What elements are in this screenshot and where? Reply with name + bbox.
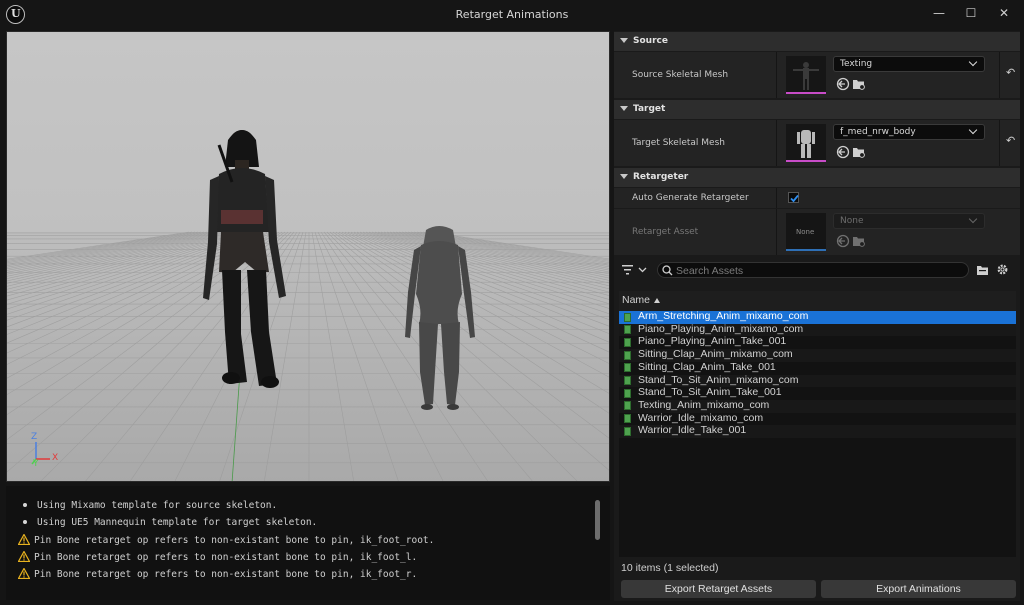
reset-to-default-icon[interactable]: ↶ xyxy=(1006,66,1015,79)
list-item-label: Stand_To_Sit_Anim_mixamo_com xyxy=(638,373,799,386)
use-selected-icon xyxy=(836,234,850,248)
chevron-down-icon xyxy=(620,174,628,179)
log-line: Pin Bone retarget op refers to non-exist… xyxy=(18,534,434,546)
asset-browser: Name Arm_Stretching_Anim_mixamo_comPiano… xyxy=(614,259,1020,601)
log-line: Using UE5 Mannequin template for target … xyxy=(20,517,317,528)
folder-filter-icon[interactable] xyxy=(976,264,990,276)
search-input[interactable] xyxy=(676,264,956,277)
auto-generate-label: Auto Generate Retargeter xyxy=(632,193,749,203)
section-header-target[interactable]: Target xyxy=(614,100,1020,119)
chevron-down-icon xyxy=(620,106,628,111)
auto-generate-row: Auto Generate Retargeter xyxy=(614,188,1020,208)
details-panel: Source Source Skeletal Mesh Texting ↶ Ta… xyxy=(614,31,1020,259)
bullet-icon xyxy=(23,519,27,524)
export-animations-button[interactable]: Export Animations xyxy=(821,580,1016,598)
target-mesh-dropdown[interactable]: f_med_nrw_body xyxy=(833,124,985,140)
axis-z-label: Z xyxy=(31,432,38,442)
animation-sequence-icon xyxy=(624,414,631,424)
minimize-button[interactable]: — xyxy=(928,3,950,23)
list-item-label: Sitting_Clap_Anim_Take_001 xyxy=(638,360,776,373)
chevron-down-icon xyxy=(968,125,978,135)
list-item-label: Stand_To_Sit_Anim_Take_001 xyxy=(638,386,782,399)
animation-sequence-icon xyxy=(624,325,631,335)
log-line: Pin Bone retarget op refers to non-exist… xyxy=(18,551,417,563)
use-selected-icon xyxy=(836,77,850,91)
warning-icon xyxy=(18,534,30,545)
log-line: Pin Bone retarget op refers to non-exist… xyxy=(18,568,417,580)
asset-list: Name Arm_Stretching_Anim_mixamo_com Piano… xyxy=(619,291,1016,557)
list-item-label: Sitting_Clap_Anim_mixamo_com xyxy=(638,348,793,361)
warning-icon xyxy=(18,551,30,562)
browse-folder-icon xyxy=(853,148,865,158)
column-header-name[interactable]: Name xyxy=(619,291,1016,311)
animation-sequence-icon xyxy=(624,376,631,385)
section-header-retargeter[interactable]: Retargeter xyxy=(614,168,1020,187)
list-item-label: Warrior_Idle_Take_001 xyxy=(638,424,747,437)
browse-folder-icon xyxy=(853,80,865,90)
retarget-asset-label: Retarget Asset xyxy=(632,227,699,237)
list-item-label: Piano_Playing_Anim_mixamo_com xyxy=(638,322,804,335)
list-item-label: Texting_Anim_mixamo_com xyxy=(638,398,770,411)
axis-x-label: X xyxy=(52,453,59,463)
reset-to-default-icon[interactable]: ↶ xyxy=(1006,134,1015,147)
log-line: Using Mixamo template for source skeleto… xyxy=(20,500,277,511)
animation-sequence-icon xyxy=(624,350,631,360)
retarget-asset-dropdown: None xyxy=(833,213,985,229)
item-count-status: 10 items (1 selected) xyxy=(621,562,719,574)
close-button[interactable]: ✕ xyxy=(993,3,1015,23)
export-retarget-assets-button[interactable]: Export Retarget Assets xyxy=(621,580,816,598)
preview-viewport[interactable]: Z Y X xyxy=(6,31,610,482)
chevron-down-icon xyxy=(968,214,978,224)
checkmark-icon xyxy=(790,194,799,203)
viewport-scene xyxy=(7,32,609,481)
settings-gear-icon[interactable] xyxy=(996,263,1009,276)
animation-sequence-icon xyxy=(624,337,631,347)
filter-icon[interactable] xyxy=(622,264,650,276)
animation-sequence-icon xyxy=(624,312,631,322)
use-selected-icon xyxy=(836,145,850,159)
section-header-source[interactable]: Source xyxy=(614,32,1020,51)
search-field[interactable] xyxy=(657,262,969,278)
window-title: Retarget Animations xyxy=(455,8,569,21)
source-mesh-thumbnail[interactable] xyxy=(786,56,826,94)
list-item-label: Arm_Stretching_Anim_mixamo_com xyxy=(638,310,809,322)
chevron-down-icon xyxy=(620,38,628,43)
source-mesh-label: Source Skeletal Mesh xyxy=(632,70,729,80)
title-bar: U Retarget Animations — ☐ ✕ xyxy=(0,0,1024,30)
browse-folder-icon xyxy=(853,237,865,247)
maximize-button[interactable]: ☐ xyxy=(960,3,982,23)
log-scrollbar[interactable] xyxy=(595,500,600,540)
list-item[interactable]: Warrior_Idle_Take_001 xyxy=(619,424,1016,438)
target-mesh-thumbnail[interactable] xyxy=(786,124,826,162)
sort-ascending-icon xyxy=(654,298,660,303)
auto-generate-checkbox[interactable] xyxy=(788,192,799,203)
animation-sequence-icon xyxy=(624,363,631,373)
source-mesh-dropdown[interactable]: Texting xyxy=(833,56,985,72)
list-item-label: Warrior_Idle_mixamo_com xyxy=(638,411,764,424)
retarget-asset-row: Retarget Asset None None xyxy=(614,209,1020,255)
message-log: Using Mixamo template for source skeleto… xyxy=(6,486,610,600)
animation-sequence-icon xyxy=(624,401,631,411)
warning-icon xyxy=(18,568,30,579)
animation-sequence-icon xyxy=(624,388,631,398)
animation-sequence-icon xyxy=(624,426,631,436)
retarget-asset-thumbnail: None xyxy=(786,213,826,251)
source-mesh-row: Source Skeletal Mesh Texting ↶ xyxy=(614,52,1020,98)
target-mesh-row: Target Skeletal Mesh f_med_nrw_body ↶ xyxy=(614,120,1020,166)
search-icon xyxy=(662,265,673,276)
bullet-icon xyxy=(23,502,27,507)
axis-y-label: Y xyxy=(33,459,39,469)
target-mesh-label: Target Skeletal Mesh xyxy=(632,138,725,148)
list-item-label: Piano_Playing_Anim_Take_001 xyxy=(638,335,787,348)
asset-search-bar xyxy=(614,259,1020,281)
chevron-down-icon xyxy=(968,57,978,67)
